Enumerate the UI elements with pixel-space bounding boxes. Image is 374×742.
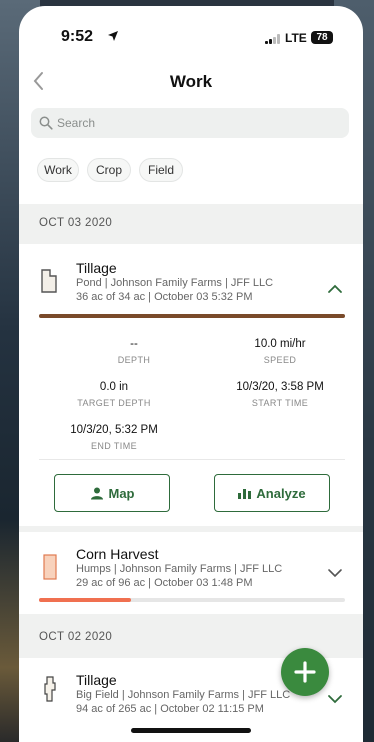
work-field-farm: Pond | Johnson Family Farms | JFF LLC bbox=[76, 277, 274, 289]
section-header: OCT 03 2020 bbox=[19, 204, 363, 244]
filter-chip-field[interactable]: Field bbox=[139, 158, 183, 182]
work-area-time: 94 ac of 265 ac | October 02 11:15 PM bbox=[76, 703, 264, 715]
work-progress-fill bbox=[39, 598, 131, 602]
detail-label: END TIME bbox=[90, 441, 138, 451]
work-card-corn-harvest[interactable]: Corn Harvest Humps | Johnson Family Farm… bbox=[19, 532, 363, 614]
analyze-button[interactable]: Analyze bbox=[214, 474, 330, 512]
detail-value: -- bbox=[130, 338, 138, 350]
filter-chip-work[interactable]: Work bbox=[37, 158, 79, 182]
app-screen: 9:52 LTE 78 Work Search Work Crop Field bbox=[19, 6, 363, 742]
section-date: OCT 03 2020 bbox=[39, 217, 113, 229]
field-shape-icon bbox=[43, 554, 57, 580]
detail-value: 10/3/20, 3:58 PM bbox=[236, 381, 324, 393]
network-type: LTE bbox=[285, 31, 307, 45]
detail-speed: 10.0 mi/hr SPEED bbox=[215, 338, 345, 365]
detail-target-depth: 0.0 in TARGET DEPTH bbox=[59, 381, 169, 408]
work-progress-bar bbox=[39, 314, 345, 318]
signal-icon bbox=[265, 34, 281, 44]
user-icon bbox=[90, 487, 103, 499]
detail-label: SPEED bbox=[263, 355, 297, 365]
work-title: Tillage bbox=[76, 260, 117, 276]
chevron-down-icon[interactable] bbox=[327, 694, 343, 704]
detail-depth: -- DEPTH bbox=[79, 338, 189, 365]
map-button-label: Map bbox=[108, 485, 135, 501]
location-arrow-icon bbox=[108, 31, 118, 41]
plus-icon bbox=[294, 661, 316, 683]
detail-label: START TIME bbox=[251, 398, 309, 408]
page-title: Work bbox=[169, 72, 213, 91]
field-shape-icon bbox=[41, 269, 57, 293]
field-shape-icon bbox=[44, 676, 56, 702]
battery-icon: 78 bbox=[311, 31, 333, 44]
work-progress-bar bbox=[39, 598, 345, 602]
detail-value: 10/3/20, 5:32 PM bbox=[70, 424, 158, 436]
search-placeholder: Search bbox=[57, 116, 96, 130]
home-indicator bbox=[131, 728, 251, 733]
map-button[interactable]: Map bbox=[54, 474, 170, 512]
detail-value: 0.0 in bbox=[99, 381, 129, 393]
status-bar: 9:52 LTE 78 bbox=[19, 6, 363, 60]
status-time: 9:52 bbox=[61, 28, 94, 45]
filter-chip-crop[interactable]: Crop bbox=[87, 158, 131, 182]
bar-chart-icon bbox=[238, 489, 252, 499]
work-card-tillage[interactable]: Tillage Pond | Johnson Family Farms | JF… bbox=[19, 244, 363, 526]
analyze-button-label: Analyze bbox=[256, 485, 306, 501]
work-field-farm: Humps | Johnson Family Farms | JFF LLC bbox=[76, 563, 283, 575]
work-title: Corn Harvest bbox=[76, 546, 159, 562]
work-title: Tillage bbox=[76, 672, 117, 688]
chevron-down-icon[interactable] bbox=[327, 568, 343, 578]
detail-label: DEPTH bbox=[117, 355, 151, 365]
nav-header: Work bbox=[19, 60, 363, 104]
detail-label: TARGET DEPTH bbox=[77, 398, 151, 408]
add-work-button[interactable] bbox=[281, 648, 329, 696]
detail-value: 10.0 mi/hr bbox=[254, 338, 306, 350]
section-date: OCT 02 2020 bbox=[39, 631, 113, 643]
work-progress-fill bbox=[39, 314, 345, 318]
work-area-time: 29 ac of 96 ac | October 03 1:48 PM bbox=[76, 577, 253, 589]
search-input[interactable]: Search bbox=[31, 108, 349, 138]
card-actions: Map Analyze bbox=[19, 474, 363, 512]
work-area-time: 36 ac of 34 ac | October 03 5:32 PM bbox=[76, 291, 253, 303]
chevron-up-icon[interactable] bbox=[327, 284, 343, 294]
search-icon bbox=[39, 116, 53, 130]
divider bbox=[39, 459, 345, 460]
detail-end-time: 10/3/20, 5:32 PM END TIME bbox=[49, 424, 179, 451]
work-field-farm: Big Field | Johnson Family Farms | JFF L… bbox=[76, 689, 291, 701]
detail-start-time: 10/3/20, 3:58 PM START TIME bbox=[215, 381, 345, 408]
